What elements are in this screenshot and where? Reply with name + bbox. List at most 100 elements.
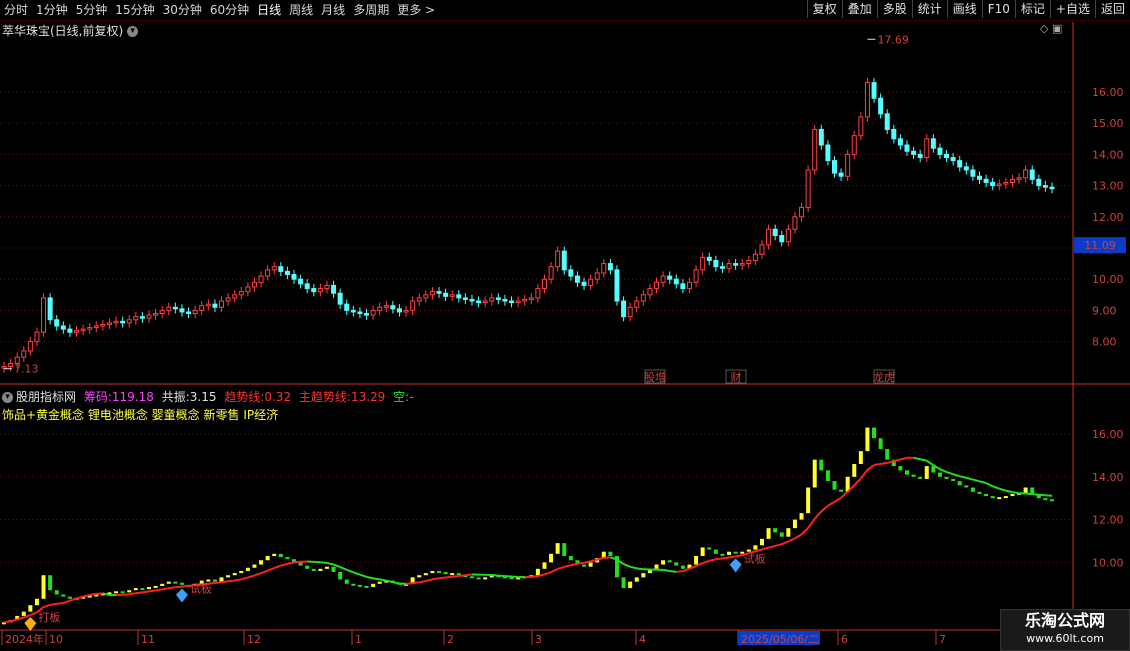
trend-line-segment: [979, 481, 986, 483]
candle-body: [773, 229, 777, 235]
indicator-bar: [562, 543, 566, 556]
trend-line-segment: [531, 576, 538, 577]
candle-body: [720, 267, 724, 269]
indicator-bar: [121, 591, 125, 593]
trend-line-segment: [670, 571, 677, 572]
indicator-bar: [1043, 498, 1047, 500]
candle-body: [595, 273, 599, 279]
trend-line-segment: [960, 476, 967, 478]
indicator-bar: [945, 477, 949, 479]
candle-body: [285, 271, 289, 274]
candle-body: [1010, 179, 1014, 182]
indicator-bar: [266, 556, 270, 560]
trend-line-segment: [551, 569, 558, 572]
candle-body: [457, 295, 461, 298]
indicator-bar: [879, 438, 883, 449]
trend-line-segment: [432, 578, 439, 579]
trend-line-segment: [564, 565, 571, 567]
indicator-bar: [714, 550, 718, 554]
candle-body: [635, 301, 639, 307]
candle-body: [569, 270, 573, 276]
candle-body: [747, 260, 751, 263]
candle-body: [226, 298, 230, 301]
candle-body: [767, 229, 771, 245]
candle-body: [727, 264, 731, 269]
time-label: 2024年: [5, 632, 44, 646]
trend-line-segment: [182, 586, 189, 587]
candle-body: [865, 83, 869, 117]
time-label: 4: [639, 633, 646, 646]
indicator-bar: [345, 580, 349, 584]
candle-body: [549, 267, 553, 279]
indicator-bar: [753, 545, 757, 549]
trend-line-segment: [558, 567, 565, 569]
indicator-bar: [958, 481, 962, 485]
trend-line-segment: [808, 519, 815, 528]
trend-line-segment: [1006, 491, 1013, 492]
candle-body: [628, 307, 632, 316]
trend-line-segment: [459, 575, 466, 576]
candle-body: [272, 267, 276, 270]
indicator-bar: [167, 582, 171, 584]
indicator-bar: [48, 575, 52, 590]
candle-body: [490, 298, 494, 301]
candle-body: [674, 279, 678, 284]
candle-body: [384, 306, 388, 308]
indicator-bar: [239, 571, 243, 573]
indicator-bar: [318, 569, 322, 571]
trend-line-segment: [274, 566, 281, 568]
indicator-bar: [246, 568, 250, 571]
indicator-bar: [332, 567, 336, 572]
candle-body: [252, 282, 256, 287]
trend-line-segment: [452, 576, 459, 577]
trend-line-segment: [320, 562, 327, 563]
candle-body: [734, 264, 738, 266]
trend-line-segment: [973, 480, 980, 482]
indicator-bar: [114, 591, 118, 593]
candle-body: [977, 176, 981, 179]
trend-line-segment: [142, 591, 149, 592]
candle-body: [945, 154, 949, 157]
trend-line-segment: [169, 587, 176, 588]
indicator-bar: [180, 583, 184, 585]
indicator-bar: [865, 428, 869, 452]
candle-body: [318, 289, 322, 292]
candle-body: [898, 139, 902, 145]
trend-line-segment: [854, 479, 861, 486]
trend-line-segment: [802, 528, 809, 534]
indicator-bar: [951, 479, 955, 481]
candle-body: [114, 321, 118, 323]
indicator-bar: [641, 573, 645, 577]
indicator-bar: [1050, 499, 1054, 501]
time-label: 7: [939, 633, 946, 646]
indicator-bar: [312, 569, 316, 571]
candle-body: [641, 295, 645, 301]
trend-line-segment: [70, 598, 77, 600]
trend-line-segment: [287, 563, 294, 564]
candle-body: [971, 170, 975, 176]
trend-line-segment: [584, 561, 591, 562]
indicator-bar: [1030, 488, 1034, 494]
indicator-bar: [734, 552, 738, 554]
trend-line-segment: [815, 511, 822, 518]
indicator-bar: [964, 485, 968, 487]
indicator-bar: [813, 460, 817, 488]
candle-body: [167, 307, 171, 310]
indicator-bar: [681, 566, 685, 569]
trend-line-segment: [327, 563, 334, 565]
trend-line-segment: [228, 580, 235, 581]
candle-body: [846, 154, 850, 176]
indicator-bar: [786, 528, 790, 537]
candle-body: [345, 304, 349, 310]
trend-line-segment: [136, 592, 143, 593]
candle-body: [760, 245, 764, 254]
candle-body: [951, 158, 955, 161]
event-label: 龙虎: [873, 371, 895, 384]
indicator-bar: [819, 460, 823, 471]
candle-body: [707, 257, 711, 260]
signal-label: 打板: [38, 610, 60, 624]
indicator-bar: [252, 565, 256, 568]
price-tick-label: 8.00: [1092, 336, 1117, 349]
trend-line-segment: [729, 557, 736, 558]
indicator-bar: [55, 590, 59, 594]
